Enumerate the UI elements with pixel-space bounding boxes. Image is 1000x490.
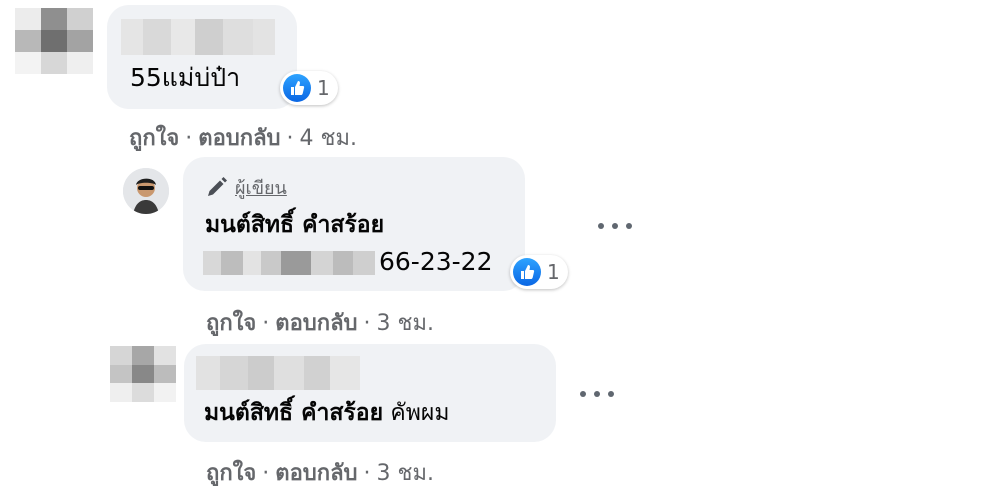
avatar[interactable] [123, 168, 169, 214]
blurred-text [203, 251, 375, 275]
comment-text: 55แม่บ่ป๋า [130, 63, 241, 92]
reaction-count[interactable]: 1 [280, 71, 338, 105]
comment-actions: ถูกใจ · ตอบกลับ · 3 ชม. [206, 311, 434, 336]
reply-link[interactable]: ตอบกลับ [198, 126, 280, 151]
reaction-count[interactable]: 1 [510, 255, 568, 289]
author-badge: ผู้เขียน [205, 173, 287, 202]
timestamp[interactable]: 3 ชม. [377, 461, 434, 486]
thumbs-up-icon [283, 74, 311, 102]
mention-tag[interactable]: มนต์สิทธิ์ คำสร้อย [204, 400, 383, 426]
comment-bubble: มนต์สิทธิ์ คำสร้อย คัพผม [184, 344, 556, 442]
timestamp[interactable]: 3 ชม. [377, 311, 434, 336]
avatar[interactable] [15, 8, 93, 74]
timestamp[interactable]: 4 ชม. [300, 126, 357, 151]
like-link[interactable]: ถูกใจ [206, 311, 256, 336]
reply-link[interactable]: ตอบกลับ [275, 461, 357, 486]
thumbs-up-icon [513, 258, 541, 286]
more-options-icon[interactable] [580, 384, 614, 404]
blurred-author-name [121, 19, 275, 55]
comment-text: มนต์สิทธิ์ คำสร้อย คัพผม [204, 400, 450, 426]
like-link[interactable]: ถูกใจ [129, 126, 179, 151]
blurred-author-name [196, 356, 360, 390]
comment-bubble: 55แม่บ่ป๋า [107, 5, 297, 109]
comment-text: 66-23-22 [379, 247, 493, 276]
author-name[interactable]: มนต์สิทธิ์ คำสร้อย [205, 210, 384, 240]
more-options-icon[interactable] [598, 216, 632, 236]
comment-actions: ถูกใจ · ตอบกลับ · 4 ชม. [129, 126, 357, 151]
pencil-icon [208, 176, 227, 196]
avatar[interactable] [110, 346, 176, 402]
like-link[interactable]: ถูกใจ [206, 461, 256, 486]
comment-actions: ถูกใจ · ตอบกลับ · 3 ชม. [206, 461, 434, 486]
comment-bubble: ผู้เขียน มนต์สิทธิ์ คำสร้อย 66-23-22 [183, 157, 525, 291]
reply-link[interactable]: ตอบกลับ [275, 311, 357, 336]
